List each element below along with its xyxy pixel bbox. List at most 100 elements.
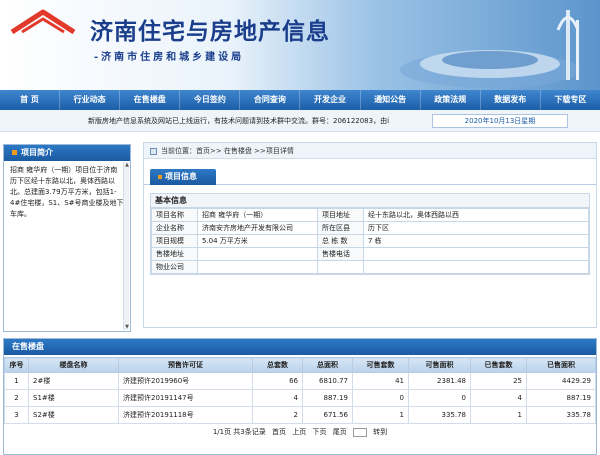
- nav-industry-news[interactable]: 行业动态: [60, 90, 121, 110]
- column-header: 可售套数: [352, 357, 409, 373]
- breadcrumb: 当前位置：首页>> 在售楼盘 >>项目详情: [144, 143, 596, 159]
- field-value: 历下区: [363, 221, 589, 235]
- table-row[interactable]: 1 2#楼 济建预许2019960号 66 6810.77 41 2381.48…: [4, 372, 596, 390]
- nav-data-release[interactable]: 数据发布: [481, 90, 541, 110]
- page-number-input[interactable]: [352, 427, 367, 437]
- pagination: 1/1页 共3条记录 首页 上页 下页 尾页 转到: [4, 427, 596, 437]
- field-label: 企业名称: [151, 221, 198, 235]
- location-icon: [150, 147, 157, 155]
- field-label: 所在区县: [317, 221, 364, 235]
- nav-home[interactable]: 首 页: [0, 90, 61, 110]
- on-sale-header: 在售楼盘: [4, 339, 596, 355]
- prev-page-link[interactable]: 上页: [292, 428, 306, 436]
- field-label: 项目规模: [151, 234, 198, 248]
- project-tabbar: 项目信息: [144, 167, 596, 185]
- column-header: 预售许可证: [118, 357, 253, 373]
- square-bullet-icon: [12, 150, 17, 155]
- sold-area: 4429.29: [526, 372, 596, 390]
- project-intro-header: 项目简介: [4, 145, 130, 161]
- intro-scrollbar[interactable]: ▲ ▼: [123, 162, 129, 330]
- table-row: 企业名称 济南安齐房地产开发有限公司 所在区县 历下区: [151, 221, 589, 235]
- column-header: 已售套数: [470, 357, 527, 373]
- stadium-graphic: [400, 10, 580, 88]
- total-units: 66: [252, 372, 303, 390]
- breadcrumb-text[interactable]: 当前位置：首页>> 在售楼盘 >>项目详情: [161, 147, 294, 155]
- table-row: 售楼地址 售楼电话: [151, 247, 589, 261]
- field-label: 物业公司: [151, 260, 198, 274]
- table-row: 项目规模 5.04 万平方米 总 栋 数 7 栋: [151, 234, 589, 248]
- table-row[interactable]: 2 S1#楼 济建预许20191147号 4 887.19 0 0 4 887.…: [4, 389, 596, 407]
- field-label: [317, 260, 364, 274]
- on-sale-panel: 在售楼盘 序号 楼盘名称 预售许可证 总套数 总面积 可售套数 可售面积 已售套…: [3, 338, 597, 455]
- column-header: 已售面积: [526, 357, 596, 373]
- nav-announcements[interactable]: 通知公告: [361, 90, 421, 110]
- header-banner: 济南住宅与房地产信息 -济南市住房和城乡建设局: [0, 0, 600, 90]
- goto-page-button[interactable]: 转到: [373, 428, 387, 436]
- row-index: 3: [4, 406, 29, 424]
- sold-area: 887.19: [526, 389, 596, 407]
- total-area: 671.56: [302, 406, 353, 424]
- project-detail-panel: 当前位置：首页>> 在售楼盘 >>项目详情 项目信息 基本信息 项目名称 招商 …: [143, 142, 597, 328]
- field-value: 7 栋: [363, 234, 589, 248]
- nav-policies[interactable]: 政策法规: [421, 90, 481, 110]
- nav-developers[interactable]: 开发企业: [300, 90, 361, 110]
- building-name-link[interactable]: S1#楼: [28, 389, 119, 407]
- sold-units: 1: [470, 406, 527, 424]
- scroll-down-arrow-icon[interactable]: ▼: [124, 324, 130, 330]
- nav-downloads[interactable]: 下载专区: [541, 90, 600, 110]
- column-header: 总面积: [302, 357, 353, 373]
- notice-marquee[interactable]: 新版房地产信息系统及网站已上线运行，有技术问题请到技术群中交流。群号：20612…: [88, 110, 389, 132]
- field-value: 5.04 万平方米: [197, 234, 318, 248]
- field-label: 总 栋 数: [317, 234, 364, 248]
- page-info: 1/1页 共3条记录: [212, 428, 266, 436]
- last-page-link[interactable]: 尾页: [333, 428, 347, 436]
- basic-info-box: 基本信息 项目名称 招商 雍华府（一期） 项目地址 经十东路以北，奥体西路以西 …: [150, 193, 590, 275]
- field-value: 经十东路以北，奥体西路以西: [363, 208, 589, 222]
- column-header: 序号: [4, 357, 29, 373]
- nav-contract-query[interactable]: 合同查询: [240, 90, 301, 110]
- building-name-link[interactable]: S2#楼: [28, 406, 119, 424]
- nav-today-contracts[interactable]: 今日签约: [180, 90, 241, 110]
- project-intro-title: 项目简介: [21, 148, 53, 157]
- scroll-up-arrow-icon[interactable]: ▲: [124, 162, 130, 168]
- main-nav: 首 页 行业动态 在售楼盘 今日签约 合同查询 开发企业 通知公告 政策法规 数…: [0, 90, 600, 110]
- sold-area: 335.78: [526, 406, 596, 424]
- total-units: 2: [252, 406, 303, 424]
- total-units: 4: [252, 389, 303, 407]
- field-label: 项目地址: [317, 208, 364, 222]
- field-label: 项目名称: [151, 208, 198, 222]
- total-area: 887.19: [302, 389, 353, 407]
- notice-bar: 新版房地产信息系统及网站已上线运行，有技术问题请到技术群中交流。群号：20612…: [0, 110, 600, 132]
- field-value: 济南安齐房地产开发有限公司: [197, 221, 318, 235]
- table-header-row: 序号 楼盘名称 预售许可证 总套数 总面积 可售套数 可售面积 已售套数 已售面…: [4, 357, 596, 373]
- total-area: 6810.77: [302, 372, 353, 390]
- tab-project-info[interactable]: 项目信息: [150, 169, 216, 185]
- tab-project-info-label: 项目信息: [165, 172, 197, 181]
- available-area: 0: [408, 389, 471, 407]
- field-label: 售楼地址: [151, 247, 198, 261]
- project-intro-text: 招商 雍华府（一期）项目位于济南历下区经十东路以北，奥体西路以北。总建面3.79…: [10, 166, 124, 218]
- site-title: 济南住宅与房地产信息: [90, 18, 330, 45]
- field-value: [197, 247, 318, 261]
- row-index: 2: [4, 389, 29, 407]
- date-display: 2020年10月13日星期: [432, 114, 568, 128]
- column-header: 总套数: [252, 357, 303, 373]
- field-value: [363, 247, 589, 261]
- next-page-link[interactable]: 下页: [312, 428, 326, 436]
- sold-units: 4: [470, 389, 527, 407]
- on-sale-table: 序号 楼盘名称 预售许可证 总套数 总面积 可售套数 可售面积 已售套数 已售面…: [4, 357, 596, 424]
- basic-info-table: 项目名称 招商 雍华府（一期） 项目地址 经十东路以北，奥体西路以西 企业名称 …: [151, 208, 589, 274]
- permit-number: 济建预许2019960号: [118, 372, 253, 390]
- table-row: 项目名称 招商 雍华府（一期） 项目地址 经十东路以北，奥体西路以西: [151, 208, 589, 222]
- available-area: 2381.48: [408, 372, 471, 390]
- site-subtitle: -济南市住房和城乡建设局: [94, 52, 245, 63]
- house-logo-icon: [10, 9, 76, 35]
- field-label: 售楼电话: [317, 247, 364, 261]
- first-page-link[interactable]: 首页: [272, 428, 286, 436]
- nav-on-sale[interactable]: 在售楼盘: [120, 90, 181, 110]
- sold-units: 25: [470, 372, 527, 390]
- table-row[interactable]: 3 S2#楼 济建预许20191118号 2 671.56 1 335.78 1…: [4, 406, 596, 424]
- available-units: 41: [352, 372, 409, 390]
- building-name-link[interactable]: 2#楼: [28, 372, 119, 390]
- row-index: 1: [4, 372, 29, 390]
